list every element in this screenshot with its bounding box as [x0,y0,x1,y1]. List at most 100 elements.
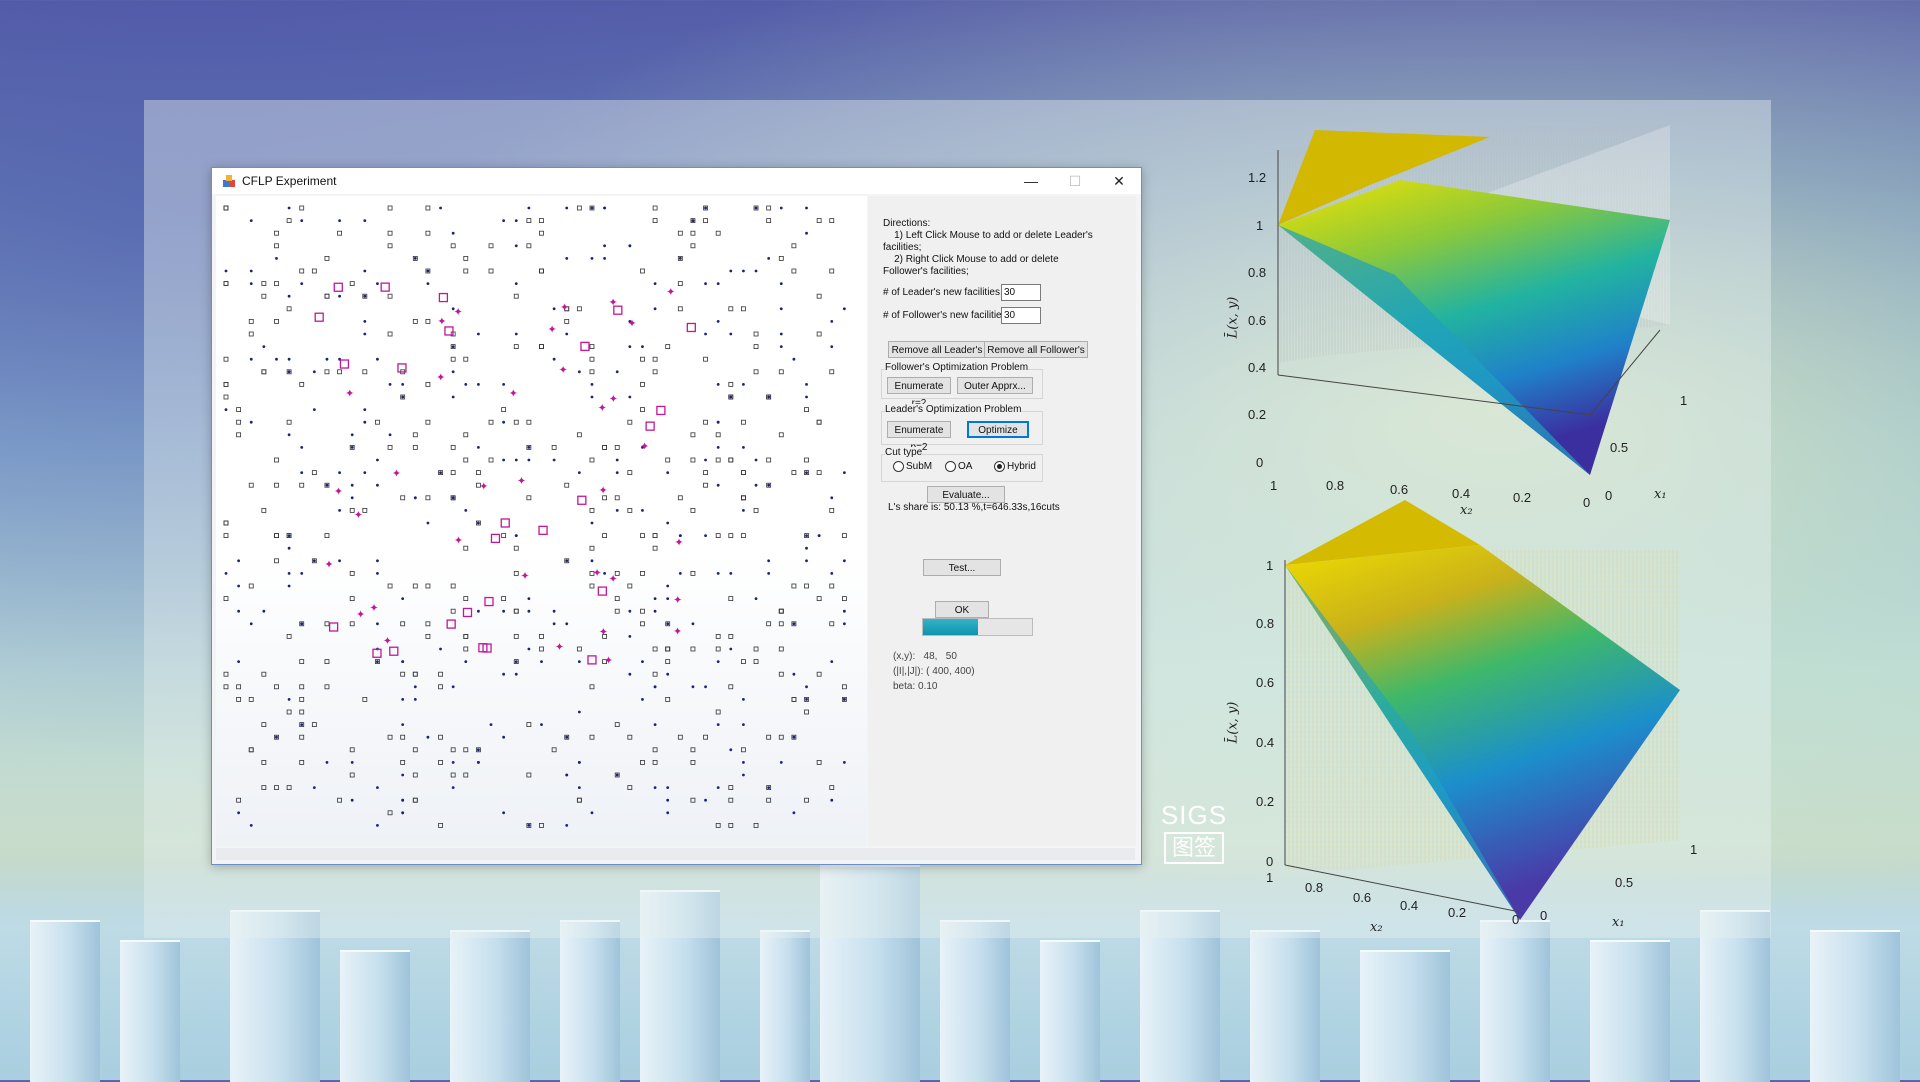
y-tick: 0 [1266,854,1274,869]
facility-dot [842,698,846,701]
customer-square [741,533,746,539]
cut-submodular-radio[interactable] [893,461,904,472]
enumerate-p-button[interactable]: Enumerate p=2 [887,421,951,453]
maximize-button[interactable]: ☐ [1053,168,1097,194]
facility-dot [577,370,581,374]
customer-square [791,470,797,476]
facility-dot [742,773,745,777]
customer-square [223,205,229,211]
outer-approx-button[interactable]: Outer Apprx... [957,377,1033,394]
facility-dot [742,698,745,701]
facility-dot [552,458,556,462]
facility-dot [615,509,619,512]
facility-dot [615,471,619,474]
customer-square [665,457,671,463]
customer-square [816,293,822,299]
ok-button[interactable]: OK [935,601,989,618]
close-button[interactable]: ✕ [1097,168,1141,194]
leader-count-input[interactable]: 30 [1001,284,1041,301]
customer-square [652,218,658,224]
facility-dot [325,483,329,487]
follower-facility-marker: ✦ [520,571,529,583]
customer-square [286,218,292,224]
facility-dot [704,332,707,336]
facility-dot [477,609,480,613]
customer-square [602,444,608,450]
customer-square [589,356,595,362]
minimize-button[interactable]: — [1009,168,1053,194]
customer-square [614,608,620,614]
customer-square [286,709,292,715]
remove-followers-button[interactable]: Remove all Follower's [984,341,1088,358]
customer-square [299,760,305,765]
customer-square [412,671,418,677]
customer-square [640,381,645,387]
facility-dot [716,420,720,424]
customer-square [223,520,229,526]
customer-square [778,256,784,261]
customer-square [450,583,456,589]
facility-dot [363,471,367,474]
test-button[interactable]: Test... [923,559,1001,576]
customer-square [778,608,784,614]
facility-dot [842,622,846,626]
remove-leaders-button[interactable]: Remove all Leader's [888,341,986,358]
customer-square [337,369,342,375]
customer-square [412,319,418,324]
facility-dot [577,710,581,714]
customer-square [539,218,544,224]
facility-dot [716,483,720,487]
surface-plot-top-graphic [1277,125,1670,475]
facility-dot [451,685,455,689]
customer-square [677,230,683,236]
facility-dot [704,534,707,537]
customer-square [223,684,229,690]
x-axis-label: x₂ [1370,920,1383,935]
customer-square [690,457,696,463]
follower-facility-marker: ✦ [598,485,607,497]
facility-dot [603,244,606,248]
facility-dot [552,622,556,626]
facility-dot [767,786,771,789]
facility-dot [842,559,846,563]
facility-dot [376,483,379,487]
y-tick: 0.2 [1256,794,1275,809]
facility-dot [565,559,569,563]
leader-facility-marker [656,405,666,416]
z-tick: 1 [1680,393,1688,408]
cut-oa-radio[interactable] [945,461,956,472]
customer-square [286,633,292,639]
facility-dot [376,786,379,789]
enumerate-r-button[interactable]: Enumerate r=2 [887,377,951,409]
customer-square [362,507,368,513]
facility-dot [830,798,834,802]
customer-square [425,621,431,627]
title-bar[interactable]: CFLP Experiment — ☐ ✕ [212,168,1141,194]
y-tick: 0 [1256,455,1264,470]
evaluate-button[interactable]: Evaluate... [927,486,1005,503]
facility-dot [275,357,278,361]
follower-facility-marker: ✦ [334,486,343,498]
facility-dot [262,345,266,348]
optimize-button[interactable]: Optimize [967,421,1029,438]
customer-square [640,268,645,274]
facility-dot [363,420,367,424]
facility-dot [338,471,341,474]
facility-dot [577,761,581,764]
customer-square [690,432,696,438]
facility-dot [742,269,745,273]
customer-square [412,797,418,803]
facility-dot [338,294,341,298]
cut-hybrid-radio[interactable] [994,461,1005,472]
customer-square [778,608,784,614]
customer-square [778,432,784,438]
customer-square [299,696,305,702]
facility-dot [577,660,581,663]
facility-dot [767,395,771,399]
facility-dot [779,206,783,210]
customer-square [576,797,582,803]
customer-square [652,369,658,375]
follower-count-input[interactable]: 30 [1001,307,1041,324]
customer-square [438,684,443,690]
facility-map-canvas[interactable]: ✦ ✦ ✦ ✦ ✦ ✦ ✦ ✦ ✦ ✦ ✦ ✦ ✦ ✦ ✦ ✦ ✦ ✦ ✦ ✦ ✦ ✦ ✦ ✦ ✦ ✦ ✦ ✦ ✦ ✦ ✦ ✦ ✦ ✦ [216,196,867,846]
